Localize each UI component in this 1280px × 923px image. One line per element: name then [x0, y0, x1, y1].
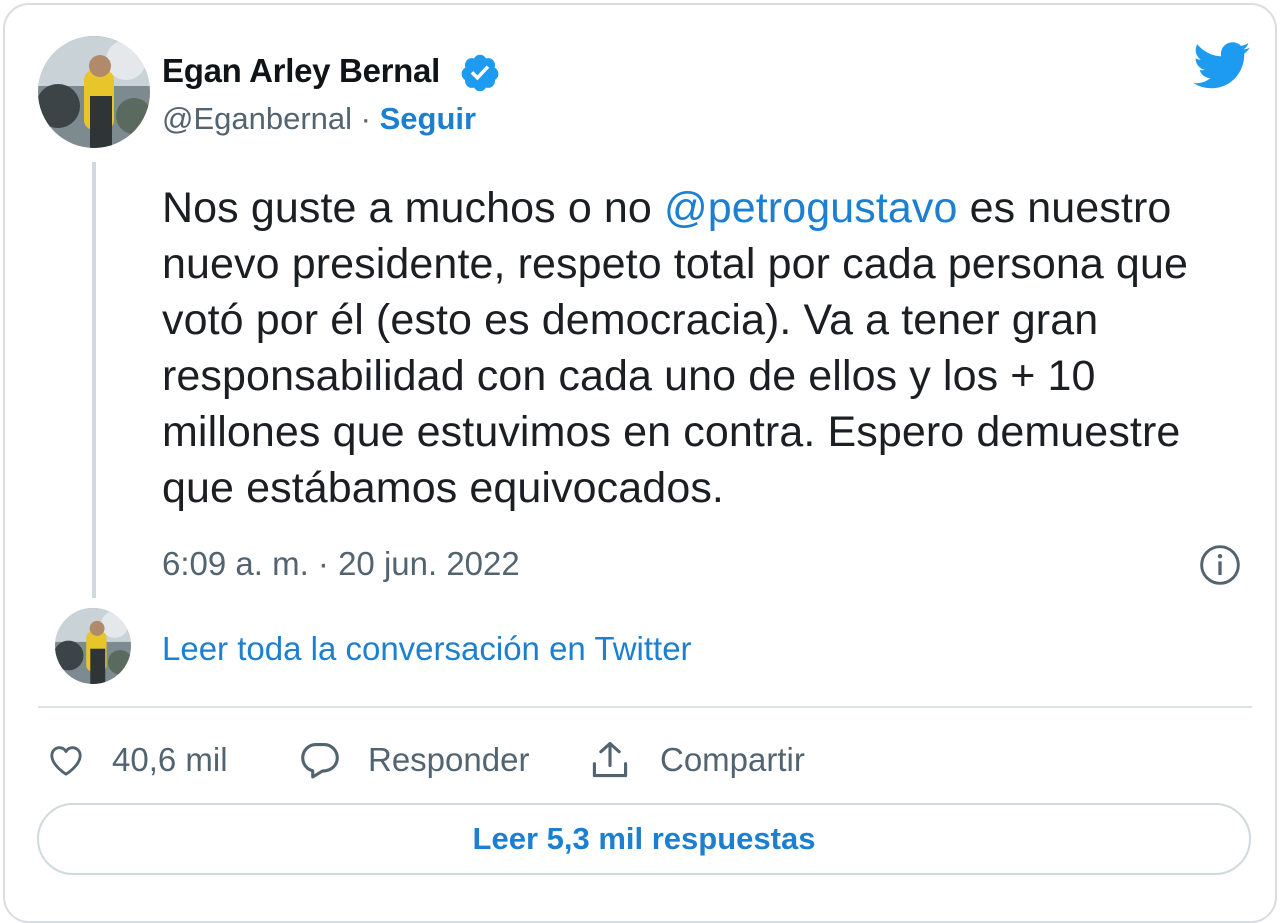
thread-connector-line — [92, 162, 96, 598]
follow-button[interactable]: Seguir — [380, 101, 476, 136]
read-replies-button[interactable]: Leer 5,3 mil respuestas — [37, 803, 1251, 875]
share-icon — [592, 741, 628, 778]
author-handle[interactable]: @Eganbernal — [162, 101, 352, 136]
share-label: Compartir — [660, 741, 805, 778]
mention-link[interactable]: @petrogustavo — [664, 184, 958, 232]
tweet-text-end: es nuestro nuevo presidente, respeto tot… — [162, 184, 1188, 512]
reply-bubble-icon — [301, 743, 339, 779]
info-icon[interactable] — [1198, 543, 1242, 587]
like-button[interactable]: 40,6 mil — [46, 735, 228, 785]
reply-button[interactable]: Responder — [298, 735, 529, 785]
handle-separator: · — [352, 101, 380, 136]
tweet-text-start: Nos guste a muchos o no — [162, 184, 664, 232]
like-count: 40,6 mil — [112, 741, 228, 778]
read-conversation-link[interactable]: Leer toda la conversación en Twitter — [162, 630, 692, 668]
conversation-avatar — [55, 608, 131, 684]
reply-label: Responder — [368, 741, 530, 778]
heart-icon — [50, 746, 82, 776]
handle-row: @Eganbernal · Seguir — [162, 101, 476, 137]
tweet-text: Nos guste a muchos o no @petrogustavo es… — [162, 180, 1252, 516]
share-button[interactable]: Compartir — [588, 735, 805, 785]
divider — [38, 706, 1252, 708]
author-name[interactable]: Egan Arley Bernal — [162, 52, 440, 90]
author-avatar[interactable] — [38, 36, 150, 148]
twitter-bird-icon[interactable] — [1193, 42, 1251, 90]
tweet-timestamp[interactable]: 6:09 a. m. · 20 jun. 2022 — [162, 545, 520, 583]
verified-badge-icon — [461, 54, 499, 92]
